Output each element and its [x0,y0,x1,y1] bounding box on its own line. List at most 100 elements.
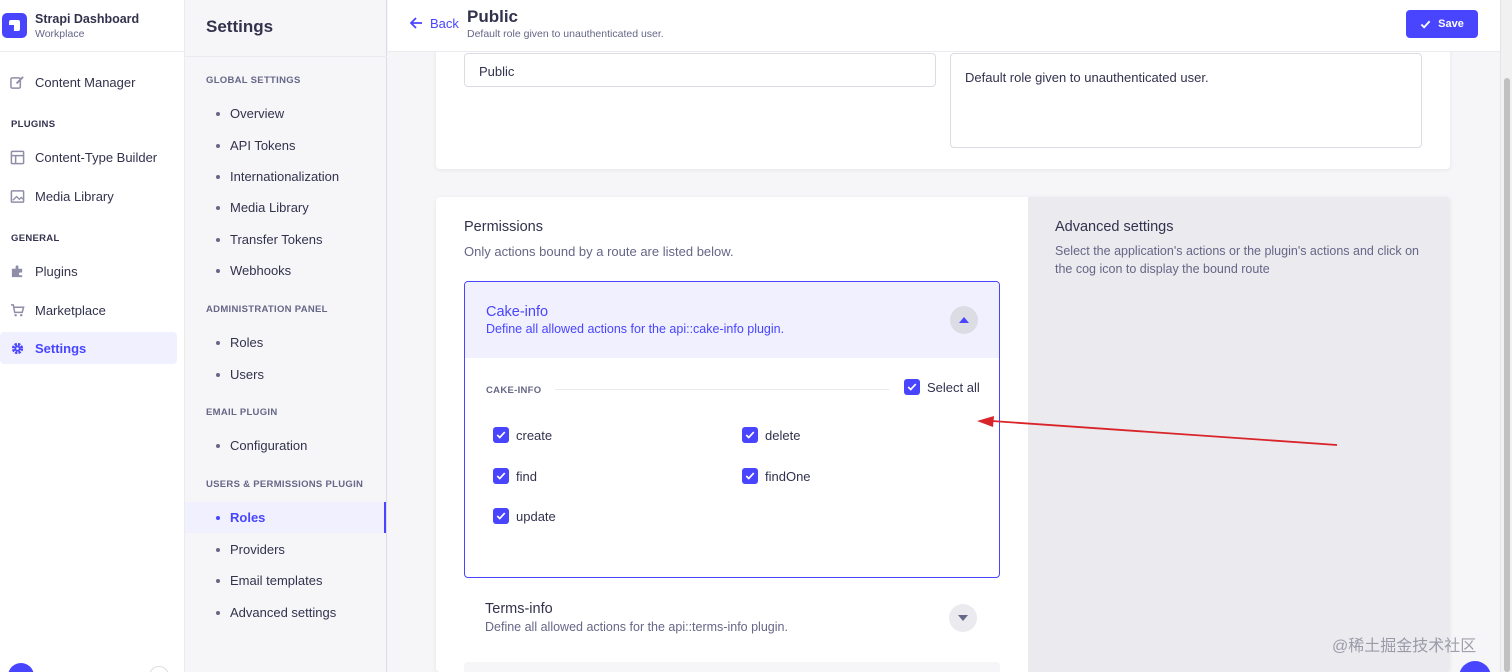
section-global-settings: GLOBAL SETTINGS [206,75,301,86]
subnav-item-users[interactable]: Users [185,359,386,390]
subnav-item-email-templates[interactable]: Email templates [185,565,386,596]
pen-icon [10,75,25,90]
permissions-title: Permissions [464,219,543,235]
checkbox-label: findOne [765,468,811,484]
subnav-item-providers[interactable]: Providers [185,534,386,565]
image-icon [10,189,25,204]
checkbox-checked-icon [493,427,509,443]
subnav-item-media-library[interactable]: Media Library [185,192,386,223]
checkbox-label: Select all [927,379,980,395]
subnav-item-configuration[interactable]: Configuration [185,430,386,461]
subnav-label: Providers [230,542,285,557]
subnav-item-api-tokens[interactable]: API Tokens [185,130,386,161]
checkbox-checked-icon [493,468,509,484]
settings-subnav: Settings GLOBAL SETTINGS Overview API To… [185,0,387,672]
checkbox-label: delete [765,427,801,443]
gear-icon [10,341,25,356]
page-header: Back Public Default role given to unauth… [388,0,1500,52]
arrow-left-icon [409,17,422,29]
scrollbar-thumb[interactable] [1504,78,1510,672]
nav-label: Media Library [35,188,114,204]
checkbox-checked-icon [742,468,758,484]
brand-title: Strapi Dashboard [35,11,140,26]
user-avatar[interactable] [8,663,34,672]
subnav-item-admin-roles[interactable]: Roles [185,327,386,358]
subnav-label: Roles [230,510,266,525]
brand-header[interactable]: Strapi Dashboard Workplace [0,0,184,52]
nav-item-settings[interactable]: Settings [0,332,177,364]
accordion-terms-info[interactable]: Terms-info Define all allowed actions fo… [464,592,1000,652]
accordion-header[interactable]: Cake-info Define all allowed actions for… [465,282,999,358]
nav-label: Settings [35,340,87,356]
nav-label: Plugins [35,263,78,279]
divider [555,389,889,390]
vertical-scrollbar[interactable] [1500,0,1512,672]
page-subtitle: Default role given to unauthenticated us… [467,28,664,40]
accordion-cake-info: Cake-info Define all allowed actions for… [464,281,1000,578]
role-description-textarea[interactable]: Default role given to unauthenticated us… [950,53,1422,148]
section-users-permissions-plugin: USERS & PERMISSIONS PLUGIN [206,479,364,490]
puzzle-icon [10,264,25,279]
nav-item-content-manager[interactable]: Content Manager [0,66,177,98]
subnav-title: Settings [206,17,274,36]
group-label: CAKE-INFO [486,385,542,396]
collapse-nav-button[interactable] [149,666,169,672]
subnav-label: Media Library [230,200,309,215]
action-checkbox-find[interactable]: find [493,468,537,484]
back-link[interactable]: Back [408,15,459,31]
nav-item-media-library[interactable]: Media Library [0,180,177,212]
subnav-label: API Tokens [230,138,296,153]
action-checkbox-update[interactable]: update [493,508,556,524]
caret-up-icon [959,317,969,323]
nav-section-plugins: PLUGINS [11,119,56,130]
subnav-item-webhooks[interactable]: Webhooks [185,255,386,286]
nav-label: Content Manager [35,74,136,90]
select-all-checkbox[interactable]: Select all [904,379,980,395]
subnav-item-up-roles[interactable]: Roles [185,502,386,533]
advanced-settings-panel: Advanced settings Select the application… [1028,197,1450,672]
subnav-item-internationalization[interactable]: Internationalization [185,161,386,192]
back-label: Back [430,15,459,31]
action-checkbox-delete[interactable]: delete [742,427,800,443]
nav-label: Marketplace [35,302,106,318]
collapse-toggle[interactable] [950,306,978,334]
check-icon [1420,20,1431,29]
section-administration-panel: ADMINISTRATION PANEL [206,304,328,315]
permissions-subtitle: Only actions bound by a route are listed… [464,244,734,259]
subnav-label: Users [230,367,264,382]
advanced-description: Select the application's actions or the … [1055,244,1420,276]
brand-subtitle: Workplace [35,27,85,40]
subnav-item-overview[interactable]: Overview [185,98,386,129]
subnav-label: Configuration [230,438,308,453]
expand-toggle[interactable] [949,604,977,632]
caret-down-icon [958,615,968,621]
accordion-title: Cake-info [486,304,549,320]
help-button[interactable] [1459,661,1491,672]
checkbox-checked-icon [742,427,758,443]
subnav-label: Email templates [230,573,323,588]
checkbox-checked-icon [904,379,920,395]
role-name-input[interactable]: Public [464,53,936,87]
checkbox-checked-icon [493,508,509,524]
advanced-title: Advanced settings [1055,219,1174,235]
nav-item-plugins[interactable]: Plugins [0,255,177,287]
strapi-logo-icon [2,13,27,38]
divider [185,56,387,57]
nav-item-marketplace[interactable]: Marketplace [0,294,177,326]
subnav-item-advanced-settings[interactable]: Advanced settings [185,597,386,628]
checkbox-label: create [516,427,553,443]
save-label: Save [1438,18,1464,30]
save-button[interactable]: Save [1406,10,1478,38]
main-navigation: Strapi Dashboard Workplace Content Manag… [0,0,185,672]
accordion-subtitle: Define all allowed actions for the api::… [486,322,785,336]
nav-item-content-type-builder[interactable]: Content-Type Builder [0,141,177,173]
accordion-next-partial[interactable] [464,662,1000,672]
action-checkbox-findone[interactable]: findOne [742,468,811,484]
action-checkbox-create[interactable]: create [493,427,552,443]
checkbox-label: find [516,468,537,484]
checkbox-label: update [516,508,556,524]
subnav-item-transfer-tokens[interactable]: Transfer Tokens [185,224,386,255]
nav-label: Content-Type Builder [35,149,158,165]
page-title: Public [467,7,519,26]
permissions-card: Permissions Only actions bound by a rout… [436,197,1450,672]
